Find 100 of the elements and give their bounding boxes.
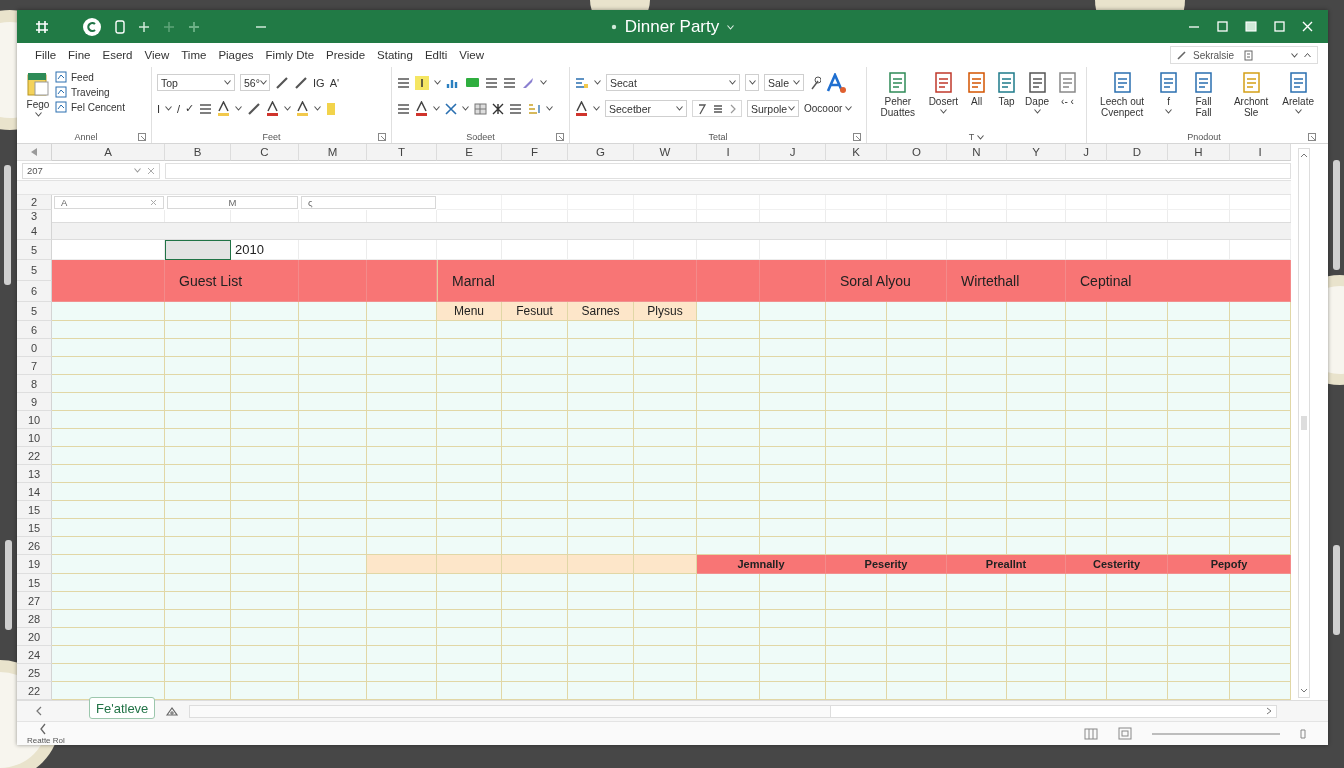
column-header[interactable]: B: [165, 144, 231, 161]
column-header[interactable]: O: [887, 144, 947, 161]
align-icon[interactable]: [397, 76, 410, 89]
column-header[interactable]: N: [947, 144, 1007, 161]
scroll-down-icon[interactable]: [1300, 688, 1308, 694]
ribbon-button[interactable]: Dosert: [928, 69, 959, 115]
input-field[interactable]: A: [54, 196, 164, 209]
caret-icon[interactable]: [224, 80, 231, 85]
align-icon[interactable]: [397, 102, 410, 115]
highlight-icon[interactable]: [415, 75, 429, 90]
scroll-up-icon[interactable]: [1300, 152, 1308, 158]
caret-icon[interactable]: [749, 80, 756, 85]
pen-icon[interactable]: [247, 101, 262, 116]
caret-icon[interactable]: [134, 168, 141, 173]
column-header[interactable]: A: [52, 144, 165, 161]
menu-tab[interactable]: View: [138, 46, 176, 64]
add-sheet-icon[interactable]: [165, 705, 180, 717]
vertical-scrollbar[interactable]: [1298, 148, 1310, 698]
menu-tab[interactable]: Fine: [62, 46, 97, 64]
back-icon[interactable]: [39, 722, 47, 735]
ribbon-button[interactable]: Arelate: [1282, 69, 1314, 115]
caret-icon[interactable]: [1291, 52, 1298, 58]
grid-icon[interactable]: [474, 102, 487, 115]
name-box[interactable]: 207: [22, 162, 160, 179]
zoom-slider[interactable]: [1152, 732, 1280, 735]
menu-tab[interactable]: Edlti: [418, 46, 454, 64]
input-field[interactable]: M: [167, 196, 298, 209]
caret-icon[interactable]: [593, 106, 600, 111]
ribbon-button[interactable]: Fel Cencent: [55, 101, 125, 113]
dropdown-field[interactable]: Secat: [606, 74, 740, 91]
column-header[interactable]: W: [634, 144, 697, 161]
indent-icon[interactable]: [199, 102, 213, 115]
sort-icon[interactable]: [527, 102, 541, 115]
column-header[interactable]: E: [437, 144, 502, 161]
menu-tab[interactable]: Preside: [320, 46, 372, 64]
caret-icon[interactable]: [284, 106, 292, 111]
align-icon[interactable]: [485, 76, 498, 89]
column-header[interactable]: J: [1066, 144, 1107, 161]
column-header[interactable]: H: [1168, 144, 1230, 161]
pen-icon[interactable]: [294, 75, 308, 90]
font-color-icon[interactable]: [575, 101, 588, 116]
tool-group[interactable]: [692, 100, 742, 117]
dropdown-field[interactable]: [745, 74, 759, 91]
fill-icon[interactable]: [465, 77, 480, 88]
format-icon[interactable]: [575, 76, 589, 89]
dropdown-field[interactable]: Secetber: [605, 100, 687, 117]
font-color-icon[interactable]: [217, 101, 231, 116]
column-header[interactable]: I: [697, 144, 760, 161]
ribbon-button[interactable]: Oocooor: [804, 103, 853, 114]
caret-icon[interactable]: [676, 106, 683, 111]
caret-icon[interactable]: [1294, 109, 1302, 114]
text-effect-icon[interactable]: [826, 72, 846, 93]
ribbon-button[interactable]: Peher Duattes: [874, 69, 922, 126]
panel-icon[interactable]: [1245, 21, 1257, 32]
caret-icon[interactable]: [793, 80, 800, 85]
format-tool[interactable]: IG: [313, 76, 325, 89]
ribbon-button[interactable]: Feed: [55, 71, 125, 83]
scroll-right-icon[interactable]: [1266, 707, 1273, 715]
menu-tab[interactable]: Piages: [212, 46, 260, 64]
column-header[interactable]: M: [299, 144, 367, 161]
menu-tab[interactable]: Stating: [371, 46, 419, 64]
launcher-icon[interactable]: [138, 133, 146, 141]
caret-icon[interactable]: [1033, 109, 1041, 114]
pen-icon[interactable]: [275, 75, 289, 90]
caret-icon[interactable]: [259, 80, 267, 85]
ribbon-button[interactable]: f: [1157, 69, 1181, 115]
column-header[interactable]: F: [502, 144, 568, 161]
ribbon-button[interactable]: ‹- ‹: [1056, 69, 1079, 115]
select-all-icon[interactable]: [30, 147, 38, 157]
caret-icon[interactable]: [729, 80, 736, 85]
column-header[interactable]: D: [1107, 144, 1168, 161]
caret-icon[interactable]: [165, 106, 173, 111]
prev-sheet-icon[interactable]: [35, 706, 43, 716]
font-color-icon[interactable]: [296, 101, 310, 116]
menu-tab[interactable]: Fille: [29, 46, 63, 64]
caret-icon[interactable]: [540, 80, 547, 85]
ribbon-button[interactable]: Dape: [1025, 69, 1049, 115]
font-color-icon[interactable]: [415, 101, 428, 116]
format-tool[interactable]: ✓: [185, 102, 195, 115]
app-logo-icon[interactable]: [82, 16, 102, 37]
paste-button[interactable]: Fego: [26, 69, 50, 118]
dropdown-field[interactable]: Sale: [764, 74, 804, 91]
launcher-icon[interactable]: [556, 133, 564, 141]
column-header[interactable]: C: [231, 144, 299, 161]
caret-icon[interactable]: [1165, 109, 1173, 114]
dropdown-field[interactable]: Top: [157, 74, 235, 91]
menu-tab[interactable]: Eserd: [96, 46, 139, 64]
scroll-thumb[interactable]: [1301, 416, 1307, 430]
column-header[interactable]: Y: [1007, 144, 1066, 161]
dropdown-field[interactable]: Surpole: [747, 100, 799, 117]
menu-tab[interactable]: Fimly Dte: [259, 46, 321, 64]
account-box[interactable]: Sekralsie: [1170, 46, 1318, 64]
ribbon-button[interactable]: Archont Sle: [1226, 69, 1276, 126]
column-header[interactable]: G: [568, 144, 634, 161]
caret-icon[interactable]: [462, 106, 469, 111]
caret-icon[interactable]: [235, 106, 243, 111]
caret-icon[interactable]: [845, 106, 853, 111]
menu-tab[interactable]: Time: [175, 46, 213, 64]
ribbon-button[interactable]: All: [965, 69, 989, 115]
launcher-icon[interactable]: [378, 133, 386, 141]
